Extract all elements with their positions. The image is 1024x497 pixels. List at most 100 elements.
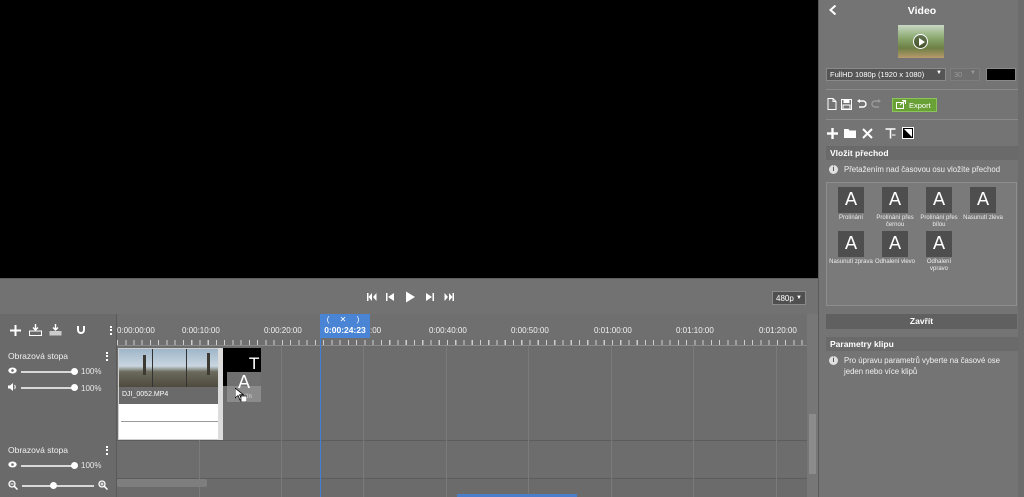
track-name: Obrazová stopa	[8, 445, 69, 455]
magnet-icon[interactable]	[74, 323, 88, 337]
playhead-time: 0:00:24:23	[324, 325, 366, 335]
video-opacity-slider[interactable]	[21, 367, 78, 375]
play-circle-icon[interactable]	[913, 34, 928, 49]
ruler-label: 0:00:10:00	[182, 326, 220, 335]
transition-item[interactable]: A Odhalení vpravo	[917, 231, 961, 273]
playhead-trim-icons[interactable]: ( ✕ )	[320, 315, 370, 324]
transition-label: Odhalení vpravo	[926, 259, 952, 272]
play-icon[interactable]	[402, 291, 418, 303]
folder-icon[interactable]	[844, 128, 856, 140]
transition-item[interactable]: A Nasunutí zprava	[829, 231, 873, 266]
transition-label: Prolínání přes černou	[876, 215, 914, 228]
timeline-toolbar	[0, 314, 117, 346]
time-ruler[interactable]: 0:00:00:00 0:00:10:00 0:00:20:00 :00 0:0…	[117, 314, 807, 346]
track-menu-icon[interactable]	[106, 445, 109, 455]
transition-tile: A	[838, 187, 864, 213]
eye-icon[interactable]	[8, 367, 17, 376]
transition-label: Prolínání	[838, 215, 863, 221]
timeline-vertical-scrollbar[interactable]	[807, 314, 818, 497]
preview-resolution-select[interactable]: 480p ▼	[772, 291, 806, 305]
zoom-slider[interactable]	[22, 482, 94, 489]
playhead-marker[interactable]: ( ✕ ) 0:00:24:23	[320, 314, 370, 338]
background-color-swatch[interactable]	[986, 68, 1016, 81]
back-arrow-icon[interactable]	[829, 4, 837, 18]
zoom-in-icon[interactable]	[98, 480, 109, 492]
transition-item[interactable]: A Prolínání přes černou	[873, 187, 917, 229]
project-resolution-select[interactable]: FullHD 1080p (1920 x 1080) ▼	[826, 68, 946, 81]
project-thumbnail[interactable]	[898, 25, 944, 58]
save-icon[interactable]	[841, 98, 852, 112]
import-media-icon[interactable]	[28, 323, 42, 337]
playhead-line[interactable]	[320, 314, 321, 497]
track-header-2: Obrazová stopa 100%	[0, 441, 117, 474]
transitions-list: A Prolínání A Prolínání přes černou A Pr…	[826, 182, 1017, 306]
panel-resize-handle[interactable]	[1018, 0, 1024, 497]
transition-label: Prolínání přes bílou	[920, 215, 958, 228]
video-preview[interactable]	[0, 0, 818, 278]
ruler-label: 0:01:00:00	[594, 326, 632, 335]
chevron-down-icon: ▼	[936, 70, 942, 76]
transition-icon[interactable]	[862, 127, 873, 141]
gridline	[446, 346, 447, 497]
speaker-icon[interactable]	[8, 383, 17, 393]
clip-filename: DJI_0052.MP4	[119, 387, 221, 404]
close-button[interactable]: Zavřít	[826, 314, 1017, 329]
insert-transition-header: Vložit přechod	[826, 146, 1018, 160]
fps-select[interactable]: 30 ▼	[950, 68, 980, 81]
gridline	[776, 346, 777, 497]
export-button[interactable]: Export	[892, 98, 937, 112]
transition-tile: A	[926, 231, 952, 257]
ruler-label: 0:00:00:00	[117, 326, 155, 335]
transition-item[interactable]: A Prolínání přes bílou	[917, 187, 961, 229]
transition-item[interactable]: A Nasunutí zleva	[961, 187, 1005, 222]
timeline-menu-icon[interactable]	[110, 325, 113, 335]
redo-icon[interactable]	[871, 99, 882, 111]
video-opacity-slider[interactable]	[21, 461, 78, 469]
ruler-label: 0:00:50:00	[511, 326, 549, 335]
transition-label: Odhalení vlevo	[874, 259, 916, 265]
cursor-icon	[234, 387, 248, 404]
export-label: Export	[909, 100, 931, 110]
new-project-icon[interactable]	[827, 98, 837, 112]
track-menu-icon[interactable]	[106, 351, 109, 361]
track-lane-2[interactable]	[117, 441, 807, 479]
eye-icon[interactable]	[8, 461, 17, 470]
audio-waveform	[121, 421, 219, 422]
ruler-label: :00	[370, 326, 382, 335]
clip-params-header: Parametry klipu	[826, 337, 1018, 351]
step-back-icon[interactable]	[384, 291, 396, 303]
gridline	[363, 346, 364, 497]
skip-start-icon[interactable]	[366, 291, 378, 303]
overlay-icon[interactable]	[902, 127, 914, 141]
info-icon: i	[829, 165, 838, 174]
transition-tile: A	[926, 187, 952, 213]
track-header-1: Obrazová stopa 100% 100%	[0, 347, 117, 397]
fps-value: 30	[954, 70, 963, 79]
add-track-icon[interactable]	[8, 323, 22, 337]
ruler-label: 0:01:20:00	[759, 326, 797, 335]
audio-volume-slider[interactable]	[21, 384, 78, 391]
chevron-down-icon: ▼	[970, 70, 976, 76]
video-clip[interactable]: DJI_0052.MP4	[118, 348, 222, 440]
zoom-out-icon[interactable]	[8, 480, 19, 492]
video-editor: 480p ▼ Obrazová stopa 100% 100% Obrazová…	[0, 0, 1024, 497]
timeline-horizontal-scrollbar[interactable]	[117, 479, 207, 487]
timeline[interactable]: 0:00:00:00 0:00:10:00 0:00:20:00 :00 0:0…	[117, 314, 818, 497]
insert-toolbar	[827, 127, 914, 141]
hint-text: Přetažením nad časovou osu vložíte přech…	[844, 165, 1001, 174]
add-icon[interactable]	[827, 127, 838, 141]
undo-icon[interactable]	[856, 99, 867, 111]
transition-label: Nasunutí zprava	[829, 259, 873, 265]
transition-tile: A	[882, 187, 908, 213]
step-forward-icon[interactable]	[424, 291, 436, 303]
preview-resolution-value: 480p	[776, 293, 794, 303]
skip-end-icon[interactable]	[442, 291, 454, 303]
transition-label: Nasunutí zleva	[963, 215, 1003, 221]
export-icon	[896, 99, 906, 111]
transition-item[interactable]: A Odhalení vlevo	[873, 231, 917, 266]
text-icon[interactable]	[885, 127, 896, 141]
import-audio-icon[interactable]	[48, 323, 62, 337]
ruler-label: 0:00:40:00	[429, 326, 467, 335]
clip-thumbnail	[153, 349, 187, 387]
transition-item[interactable]: A Prolínání	[829, 187, 873, 222]
